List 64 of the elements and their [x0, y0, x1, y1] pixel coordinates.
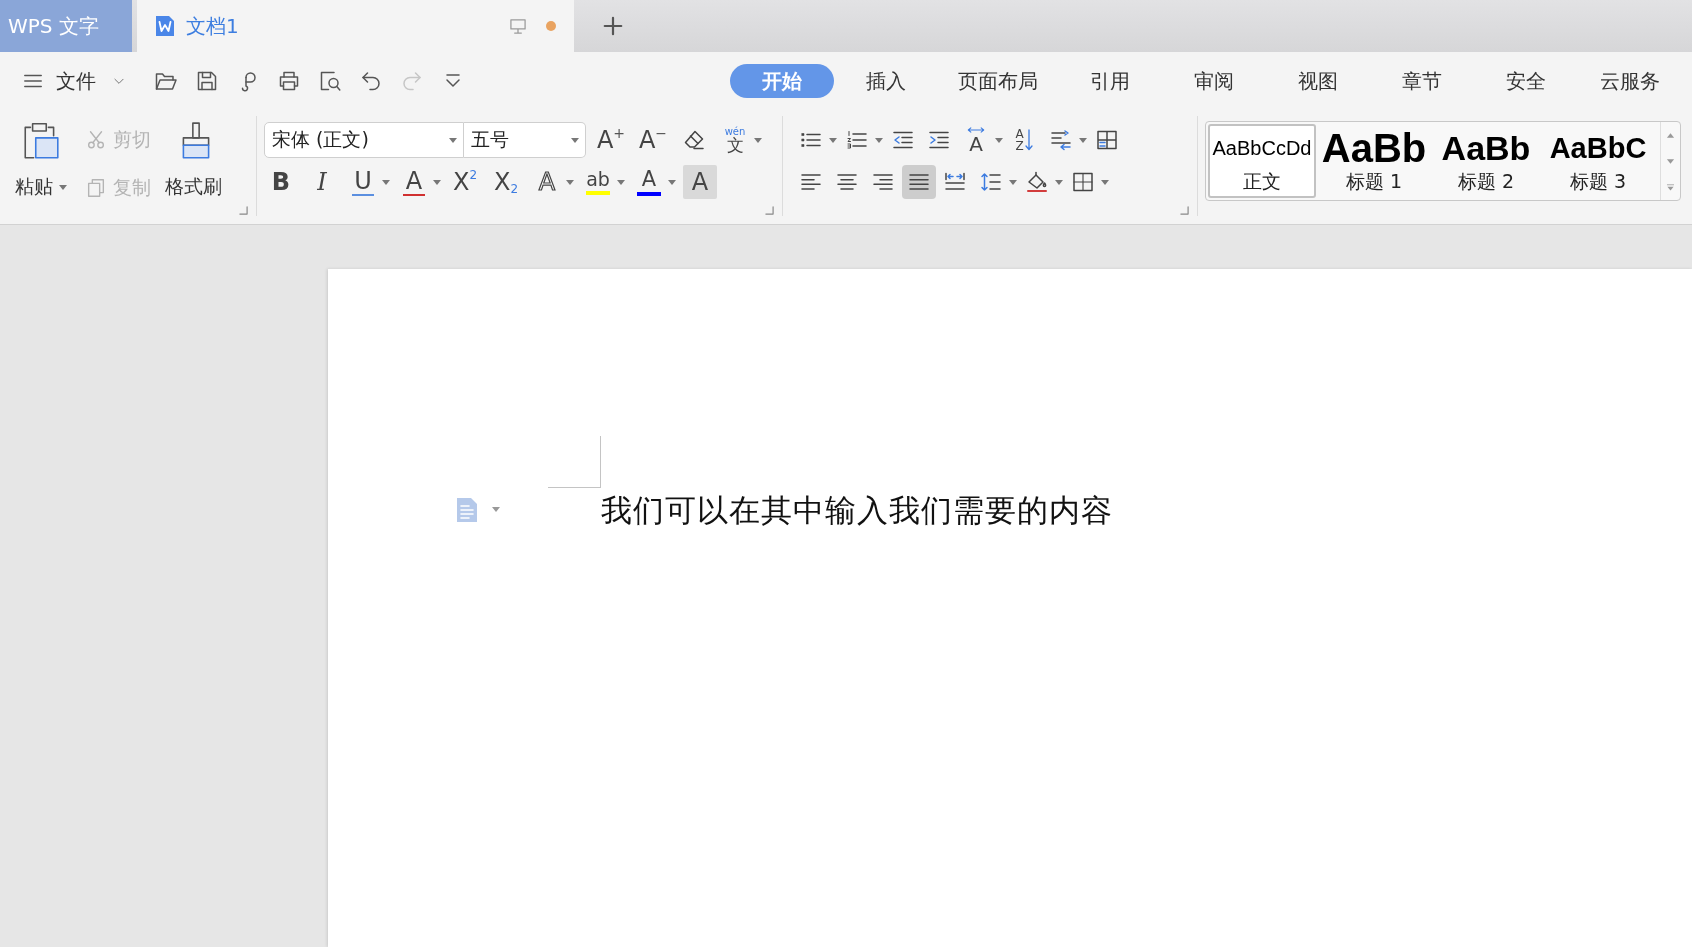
down-arrow-icon	[1024, 129, 1033, 151]
border-grid-icon[interactable]	[1071, 170, 1095, 194]
paste-button[interactable]: 粘贴	[11, 116, 71, 212]
style-label: 标题 1	[1345, 169, 1403, 194]
paint-bucket-icon[interactable]	[1025, 170, 1049, 194]
italic-button[interactable]: I	[305, 165, 339, 199]
style-item[interactable]: AaBb 标题 2	[1432, 124, 1540, 198]
document-logo-icon	[155, 15, 175, 37]
style-preview: AaBbCcDd	[1212, 136, 1312, 161]
arrow-lines-icon[interactable]	[1049, 128, 1073, 152]
ribbon-tab[interactable]: 插入	[834, 64, 938, 98]
style-preview: AaBbC	[1549, 130, 1647, 166]
file-menu[interactable]: 文件	[56, 67, 126, 95]
scissors-icon	[85, 129, 107, 151]
style-item[interactable]: AaBb 标题 1	[1320, 124, 1428, 198]
document-tab[interactable]: 文档1	[137, 0, 574, 52]
style-item[interactable]: AaBbCcDd 正文	[1208, 124, 1316, 198]
caret-icon[interactable]	[492, 507, 500, 513]
caret-icon	[449, 137, 457, 143]
strikethrough-button[interactable]: A	[397, 165, 431, 199]
style-label: 标题 3	[1569, 169, 1627, 194]
ribbon-tab[interactable]: 审阅	[1162, 64, 1266, 98]
font-color-button[interactable]: A	[632, 165, 666, 199]
text-direction-button[interactable]: A	[959, 123, 993, 157]
character-shading-button[interactable]: A	[683, 165, 717, 199]
style-preview: AaBb	[1441, 128, 1531, 169]
bold-button[interactable]: B	[264, 165, 298, 199]
underline-button[interactable]: U	[346, 165, 380, 199]
align-justify-icon[interactable]	[902, 165, 936, 199]
plus-icon[interactable]	[602, 15, 624, 37]
grow-font-button[interactable]: A+	[594, 123, 628, 157]
sort-button[interactable]: A Z	[1007, 123, 1041, 157]
line-spacing-icon[interactable]	[979, 170, 1003, 194]
shrink-font-button[interactable]: A−	[636, 123, 670, 157]
phonetic-guide-button[interactable]: 文 wén	[718, 123, 752, 157]
style-item[interactable]: AaBbC 标题 3	[1544, 124, 1652, 198]
numbered-list-icon[interactable]	[845, 128, 869, 152]
highlight-button[interactable]: ab	[581, 165, 615, 199]
style-label: 正文	[1243, 169, 1281, 194]
format-painter-button[interactable]: 格式刷	[165, 116, 226, 212]
scroll-down-icon[interactable]	[1666, 157, 1675, 165]
font-size-field[interactable]: 五号	[464, 122, 586, 158]
style-label: 标题 2	[1457, 169, 1515, 194]
double-arrow-icon	[966, 126, 986, 133]
ribbon-tab[interactable]: 视图	[1266, 64, 1370, 98]
style-preview: AaBb	[1321, 127, 1427, 169]
caret-icon	[571, 137, 579, 143]
scroll-up-icon[interactable]	[1666, 131, 1675, 139]
undo-icon[interactable]	[359, 69, 383, 93]
printer-icon[interactable]	[277, 69, 301, 93]
ribbon-tab[interactable]: 页面布局	[938, 64, 1058, 98]
ribbon-tab[interactable]: 云服务	[1578, 64, 1682, 98]
table-grid-icon[interactable]	[1095, 128, 1119, 152]
margin-corner-mark	[548, 436, 601, 488]
copy-icon	[85, 177, 107, 199]
ribbon-tab[interactable]: 章节	[1370, 64, 1474, 98]
ribbon-tab[interactable]: 安全	[1474, 64, 1578, 98]
expand-gallery-icon[interactable]	[1666, 183, 1675, 191]
font-name-field[interactable]: 宋体 (正文)	[264, 122, 464, 158]
document-search-icon[interactable]	[318, 69, 342, 93]
tab-title: 文档1	[186, 12, 239, 40]
eraser-icon[interactable]	[682, 128, 706, 152]
paragraph-text: 我们可以在其中输入我们需要的内容	[601, 491, 1114, 530]
ribbon-tab[interactable]: 引用	[1058, 64, 1162, 98]
